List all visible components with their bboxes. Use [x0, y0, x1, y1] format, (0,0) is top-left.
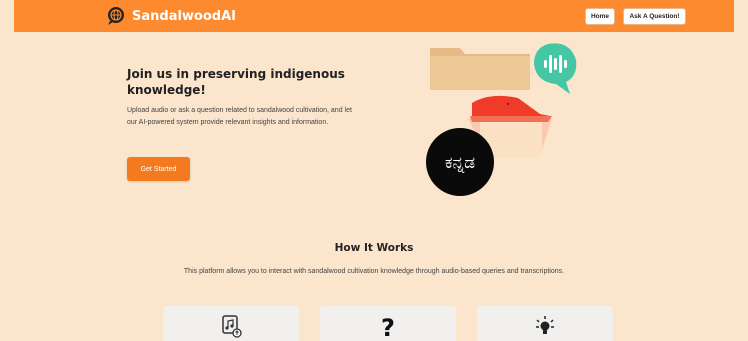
feature-card-question: ? [320, 306, 456, 341]
kannada-text: ಕನ್ನಡ [445, 153, 475, 173]
brand[interactable]: SandalwoodAI [106, 6, 236, 26]
kannada-badge: ಕನ್ನಡ [426, 128, 494, 196]
feature-card-insight [477, 306, 613, 341]
hero-illustration: ಕನ್ನಡ [426, 43, 577, 196]
how-it-works-title: How It Works [334, 242, 414, 254]
audio-wave-icon [534, 43, 577, 94]
ask-question-button[interactable]: Ask A Question! [623, 8, 686, 25]
folder-illustration [430, 48, 530, 90]
navbar: SandalwoodAI Home Ask A Question! [14, 0, 734, 32]
home-button[interactable]: Home [585, 8, 615, 25]
globe-chat-icon [108, 7, 124, 25]
hero-title: Join us in preserving indigenous knowled… [127, 67, 345, 97]
how-it-works-description: This platform allows you to interact wit… [183, 268, 565, 275]
music-file-icon [222, 315, 242, 338]
hero-description: Upload audio or ask a question related t… [127, 107, 352, 126]
question-icon: ? [381, 314, 395, 340]
brand-name: SandalwoodAI [132, 8, 236, 24]
lightbulb-icon [536, 316, 554, 334]
svg-text:?: ? [381, 314, 395, 340]
feature-card-audio [163, 306, 299, 341]
get-started-button[interactable]: Get Started [127, 157, 190, 181]
